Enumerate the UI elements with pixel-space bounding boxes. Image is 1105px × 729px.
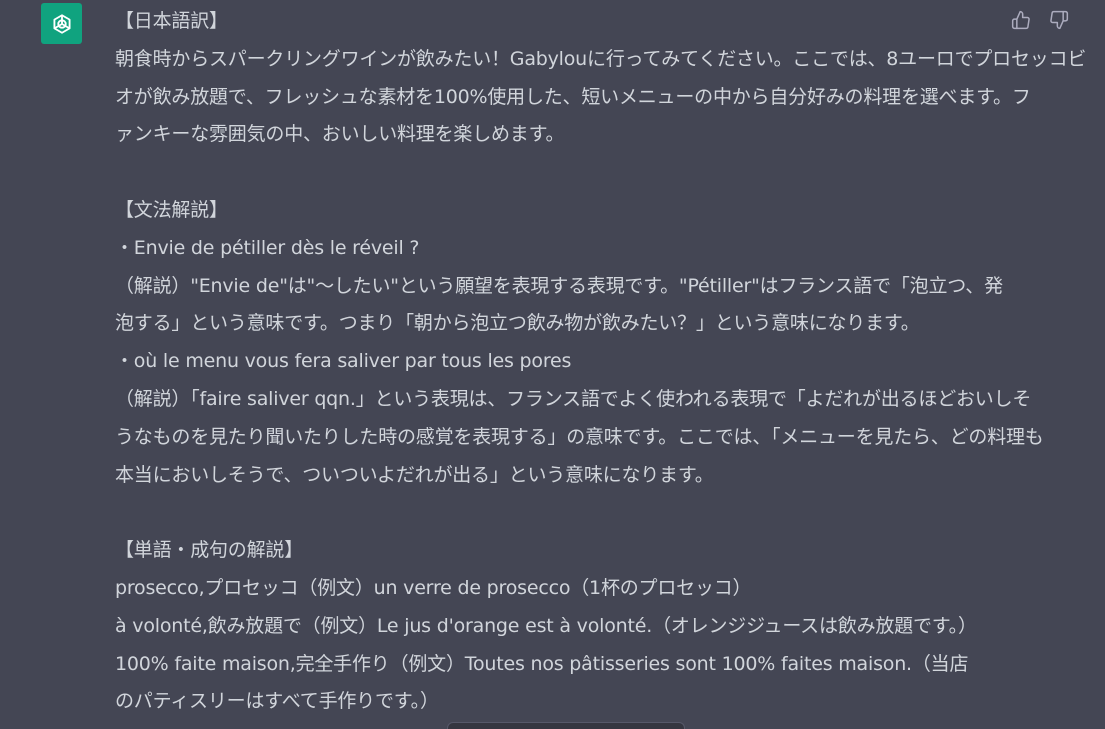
grammar-line: うなものを見たり聞いたりした時の感覚を表現する」の意味です。ここでは、「メニュー…: [115, 425, 1044, 448]
vocab-line: prosecco,プロセッコ（例文）un verre de prosecco（1…: [115, 576, 752, 599]
thumbs-up-button[interactable]: [1009, 8, 1033, 32]
assistant-avatar: [41, 3, 82, 44]
assistant-message: 【日本語訳】 朝食時からスパークリングワインが飲みたい！Gabylouに行ってみ…: [115, 3, 1087, 721]
grammar-heading: 【文法解説】: [115, 198, 228, 221]
translation-line: オが飲み放題で、フレッシュな素材を100%使用した、短いメニューの中から自分好み…: [115, 85, 1031, 108]
translation-line: ァンキーな雰囲気の中、おいしい料理を楽しめます。: [115, 123, 565, 146]
vocab-line: à volonté,飲み放題で（例文）Le jus d'orange est à…: [115, 614, 977, 637]
grammar-line: ・Envie de pétiller dès le réveil ?: [115, 236, 420, 259]
vocab-line: のパティスリーはすべて手作りです。）: [115, 690, 439, 713]
grammar-line: 泡する」という意味です。つまり「朝から泡立つ飲み物が飲みたい？」という意味になり…: [115, 312, 920, 335]
grammar-line: 本当においしそうで、ついついよだれが出る」という意味になります。: [115, 463, 714, 486]
grammar-line: （解説）「faire saliver qqn.」という表現は、フランス語でよく使…: [115, 387, 1032, 410]
vocab-line: 100% faite maison,完全手作り（例文）Toutes nos pâ…: [115, 652, 969, 675]
grammar-line: ・où le menu vous fera saliver par tous l…: [115, 350, 572, 373]
regenerate-bar-edge: [447, 722, 685, 729]
translation-heading: 【日本語訳】: [115, 10, 228, 32]
translation-line: 朝食時からスパークリングワインが飲みたい！Gabylouに行ってみてください。こ…: [115, 47, 1087, 70]
feedback-controls: [1009, 8, 1071, 32]
openai-logo-icon: [52, 13, 71, 34]
thumbs-up-icon: [1011, 10, 1030, 30]
thumbs-down-button[interactable]: [1047, 8, 1071, 32]
vocab-heading: 【単語・成句の解説】: [115, 539, 304, 562]
thumbs-down-icon: [1050, 10, 1069, 30]
grammar-line: （解説）"Envie de"は"〜したい"という願望を表現する表現です。"Pét…: [115, 274, 1003, 297]
